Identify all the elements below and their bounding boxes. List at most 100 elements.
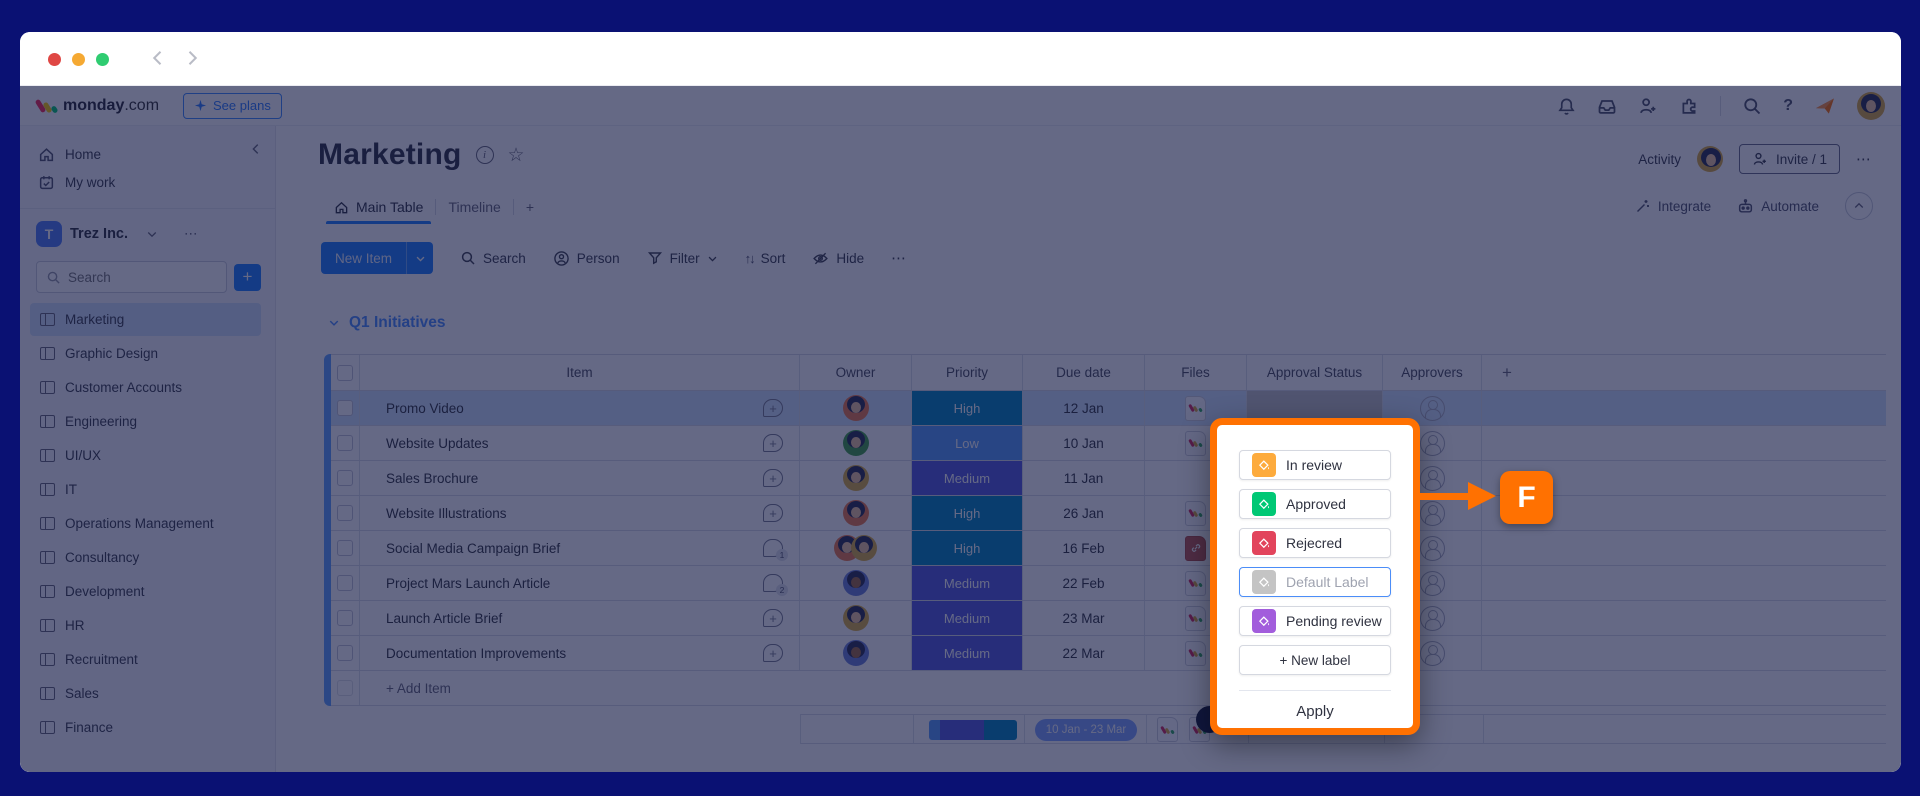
collapse-header-button[interactable] <box>1845 192 1873 220</box>
sidebar-board-operations-management[interactable]: Operations Management <box>30 507 261 540</box>
priority-cell[interactable]: Medium <box>912 601 1023 635</box>
invite-members-icon[interactable] <box>1638 96 1658 116</box>
item-name[interactable]: Website Updates <box>386 436 489 451</box>
tab-add-view[interactable]: + <box>514 190 546 224</box>
new-label-button[interactable]: + New label <box>1239 645 1391 675</box>
label-edit-input-default-label[interactable] <box>1239 567 1391 597</box>
row-checkbox[interactable] <box>331 426 360 460</box>
due-date-cell[interactable]: 22 Feb <box>1023 566 1145 600</box>
sidebar-board-finance[interactable]: Finance <box>30 711 261 744</box>
column-header-owner[interactable]: Owner <box>800 355 912 390</box>
row-checkbox[interactable] <box>331 461 360 495</box>
label-option-pending-review[interactable]: Pending review <box>1239 606 1391 636</box>
add-conversation-icon[interactable]: + <box>763 644 783 662</box>
sidebar-board-recruitment[interactable]: Recruitment <box>30 643 261 676</box>
owner-cell[interactable] <box>800 636 912 670</box>
due-date-cell[interactable]: 10 Jan <box>1023 426 1145 460</box>
workspace-switcher[interactable]: T Trez Inc. ⋯ <box>20 219 275 249</box>
close-window-button[interactable] <box>48 53 61 66</box>
priority-cell[interactable]: High <box>912 496 1023 530</box>
owner-cell[interactable] <box>800 426 912 460</box>
maximize-window-button[interactable] <box>96 53 109 66</box>
row-checkbox[interactable] <box>331 531 360 565</box>
column-header-due-date[interactable]: Due date <box>1023 355 1145 390</box>
sidebar-board-marketing[interactable]: Marketing <box>30 303 261 336</box>
chevron-down-icon[interactable] <box>328 317 340 329</box>
sidebar-board-development[interactable]: Development <box>30 575 261 608</box>
sidebar-board-consultancy[interactable]: Consultancy <box>30 541 261 574</box>
help-icon[interactable]: ? <box>1783 97 1793 115</box>
toolbar-hide-button[interactable]: Hide <box>812 250 864 267</box>
toolbar-search-button[interactable]: Search <box>460 250 526 266</box>
item-name[interactable]: Launch Article Brief <box>386 611 502 626</box>
notifications-bell-icon[interactable] <box>1557 97 1576 116</box>
item-name[interactable]: Social Media Campaign Brief <box>386 541 560 556</box>
chevron-down-icon[interactable] <box>707 253 718 264</box>
add-column-button[interactable]: + <box>1482 355 1886 390</box>
date-range-pill[interactable]: 10 Jan - 23 Mar <box>1035 719 1137 741</box>
board-more-icon[interactable]: ⋯ <box>1856 150 1873 168</box>
add-conversation-icon[interactable]: + <box>763 399 783 417</box>
table-row[interactable]: Promo Video+ High 12 Jan <box>331 391 1886 426</box>
sidebar-board-it[interactable]: IT <box>30 473 261 506</box>
apps-marketplace-icon[interactable] <box>1679 96 1699 116</box>
table-row[interactable]: Project Mars Launch Article2 Medium 22 F… <box>331 566 1886 601</box>
due-date-cell[interactable]: 23 Mar <box>1023 601 1145 635</box>
automate-button[interactable]: Automate <box>1737 198 1819 215</box>
toolbar-more-icon[interactable]: ⋯ <box>891 249 908 267</box>
item-name[interactable]: Project Mars Launch Article <box>386 576 550 591</box>
priority-cell[interactable]: Medium <box>912 636 1023 670</box>
row-checkbox[interactable] <box>331 391 360 425</box>
due-date-cell[interactable]: 16 Feb <box>1023 531 1145 565</box>
favorite-star-icon[interactable]: ☆ <box>508 144 525 167</box>
owner-cell[interactable] <box>800 391 912 425</box>
priority-cell[interactable]: Medium <box>912 461 1023 495</box>
sidebar-board-engineering[interactable]: Engineering <box>30 405 261 438</box>
due-date-cell[interactable]: 22 Mar <box>1023 636 1145 670</box>
column-header-files[interactable]: Files <box>1145 355 1247 390</box>
new-item-button[interactable]: New Item <box>321 242 433 274</box>
priority-cell[interactable]: Medium <box>912 566 1023 600</box>
priority-cell[interactable]: High <box>912 391 1023 425</box>
table-row[interactable]: Website Illustrations+ High 26 Jan <box>331 496 1886 531</box>
sidebar-search[interactable] <box>36 261 227 293</box>
item-name[interactable]: Promo Video <box>386 401 464 416</box>
conversation-icon[interactable]: 1 <box>763 539 783 557</box>
toolbar-person-button[interactable]: Person <box>553 250 620 267</box>
minimize-window-button[interactable] <box>72 53 85 66</box>
add-conversation-icon[interactable]: + <box>763 434 783 452</box>
add-conversation-icon[interactable]: + <box>763 609 783 627</box>
table-row[interactable]: Launch Article Brief + Medium 23 Mar <box>331 601 1886 636</box>
add-item-row[interactable]: + Add Item <box>331 671 1886 706</box>
row-checkbox[interactable] <box>331 496 360 530</box>
workspace-more-icon[interactable]: ⋯ <box>184 226 200 242</box>
column-header-approvers[interactable]: Approvers <box>1383 355 1482 390</box>
column-header-item[interactable]: Item <box>360 355 800 390</box>
group-header[interactable]: Q1 Initiatives <box>328 314 445 332</box>
new-item-label[interactable]: New Item <box>321 242 406 274</box>
column-header-approval-status[interactable]: Approval Status <box>1247 355 1383 390</box>
label-name-input[interactable] <box>1286 574 1394 590</box>
sidebar-board-uiux[interactable]: UI/UX <box>30 439 261 472</box>
priority-cell[interactable]: High <box>912 531 1023 565</box>
apply-button[interactable]: Apply <box>1296 703 1334 720</box>
row-checkbox[interactable] <box>331 566 360 600</box>
due-date-cell[interactable]: 26 Jan <box>1023 496 1145 530</box>
table-row[interactable]: Documentation Improvements + Medium 22 Ma… <box>331 636 1886 671</box>
user-avatar[interactable] <box>1857 92 1885 120</box>
owner-cell[interactable] <box>800 601 912 635</box>
label-option-approved[interactable]: Approved <box>1239 489 1391 519</box>
item-name[interactable]: Documentation Improvements <box>386 646 566 661</box>
activity-avatar[interactable] <box>1697 146 1723 172</box>
label-option-in-review[interactable]: In review <box>1239 450 1391 480</box>
activity-label[interactable]: Activity <box>1638 152 1681 167</box>
toolbar-sort-button[interactable]: ↑↓ Sort <box>745 251 786 266</box>
toolbar-filter-button[interactable]: Filter <box>647 250 718 266</box>
sidebar-board-customer-accounts[interactable]: Customer Accounts <box>30 371 261 404</box>
sidebar-item-my-work[interactable]: My work <box>20 168 275 196</box>
sidebar-search-input[interactable] <box>68 270 178 285</box>
board-info-icon[interactable]: i <box>476 146 494 164</box>
add-conversation-icon[interactable]: + <box>763 504 783 522</box>
sidebar-collapse-icon[interactable] <box>249 142 263 156</box>
integrate-button[interactable]: Integrate <box>1635 198 1711 214</box>
